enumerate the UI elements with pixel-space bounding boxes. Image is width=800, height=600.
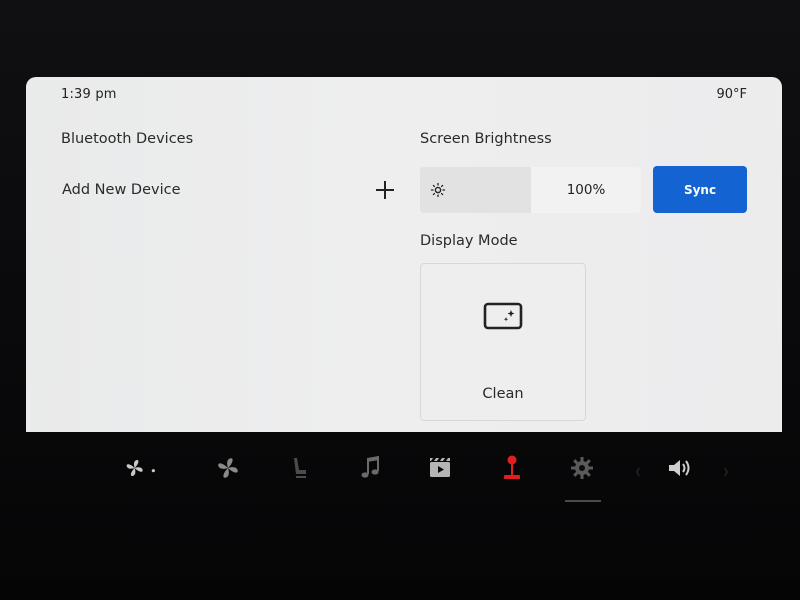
- screen-brightness-title: Screen Brightness: [420, 131, 552, 147]
- bottom-dock: [0, 432, 800, 522]
- fan-low-icon: [126, 460, 155, 476]
- plus-icon: [376, 181, 394, 199]
- volume-up-chevron-icon[interactable]: [724, 462, 728, 477]
- brightness-value: 100%: [531, 167, 641, 213]
- video-button[interactable]: [424, 452, 456, 484]
- seat-heater-icon: [294, 458, 306, 478]
- fan-button[interactable]: [212, 452, 244, 484]
- brightness-slider[interactable]: 100%: [420, 167, 641, 213]
- status-time: 1:39 pm: [61, 87, 117, 102]
- display-mode-title: Display Mode: [420, 233, 518, 249]
- fan-icon: [218, 458, 238, 478]
- fan-low-button[interactable]: [124, 452, 156, 484]
- add-new-device-button[interactable]: Add New Device: [54, 173, 394, 207]
- volume-button[interactable]: [664, 452, 696, 484]
- settings-gear-icon: [571, 457, 593, 479]
- arcade-button[interactable]: [496, 452, 528, 484]
- seat-heater-button[interactable]: [283, 452, 315, 484]
- joystick-icon: [504, 455, 520, 479]
- music-button[interactable]: [355, 452, 387, 484]
- display-mode-clean-option[interactable]: Clean: [420, 263, 586, 421]
- settings-screen: 1:39 pm 90°F Bluetooth Devices Add New D…: [26, 77, 782, 432]
- clean-mode-icon: [483, 302, 523, 330]
- volume-down-chevron-icon[interactable]: [636, 462, 640, 477]
- clean-mode-label: Clean: [482, 386, 524, 402]
- sync-button[interactable]: Sync: [653, 166, 747, 213]
- add-new-device-label: Add New Device: [62, 182, 181, 198]
- bluetooth-devices-title: Bluetooth Devices: [61, 131, 194, 147]
- active-tab-indicator: [565, 500, 601, 502]
- settings-button[interactable]: [566, 452, 598, 484]
- volume-icon: [669, 460, 690, 476]
- sun-icon: [430, 182, 446, 198]
- video-icon: [430, 458, 450, 477]
- outside-temperature: 90°F: [716, 87, 747, 102]
- music-icon: [361, 456, 379, 478]
